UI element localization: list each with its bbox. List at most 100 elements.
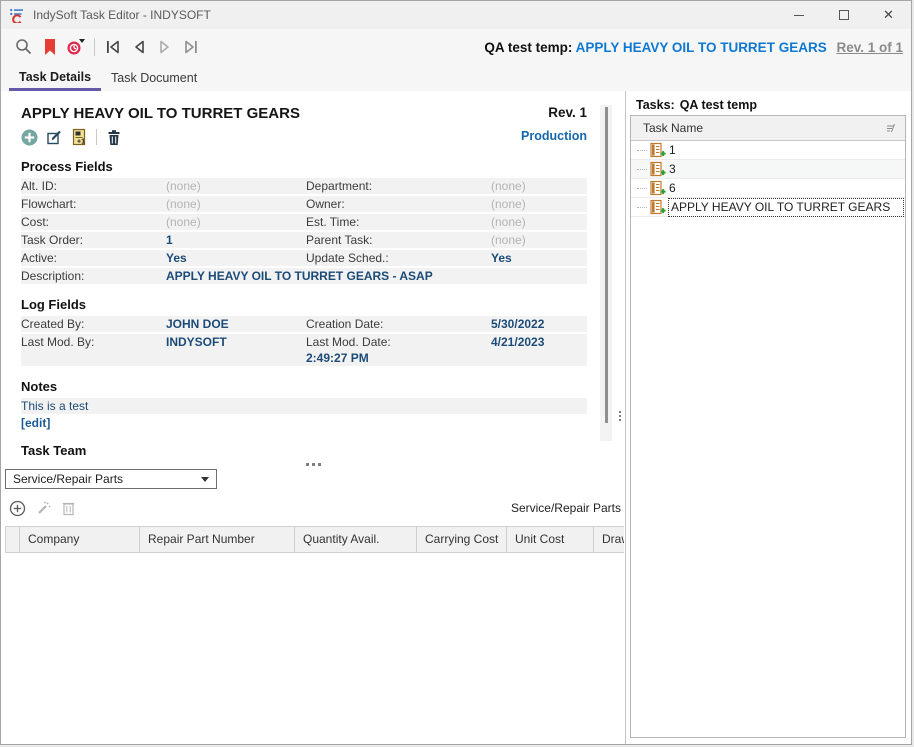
nav-last-icon[interactable] (178, 34, 204, 60)
actions-separator (96, 129, 97, 145)
parts-toolbar: Service/Repair Parts (5, 499, 625, 517)
task-row-label: 3 (669, 161, 676, 178)
field-value: (none) (166, 196, 306, 212)
title-bar: IndySoft Task Editor - INDYSOFT ✕ (1, 1, 911, 29)
task-item-icon (649, 180, 666, 197)
status-badge: Production (521, 129, 587, 143)
scrollbar-thumb[interactable] (605, 107, 608, 423)
delete-part-icon (61, 500, 76, 516)
field-label: Department: (306, 178, 491, 194)
edit-note-link[interactable]: [edit] (21, 416, 587, 430)
history-icon[interactable] (63, 34, 89, 60)
task-row[interactable]: 3 (631, 160, 905, 179)
task-item-icon (649, 142, 666, 159)
search-icon[interactable] (11, 34, 37, 60)
field-value: 1 (166, 232, 306, 248)
field-value: (none) (491, 232, 587, 248)
parts-caption: Service/Repair Parts (511, 501, 621, 515)
tab-bar: Task Details Task Document (1, 65, 911, 91)
tasks-column-header[interactable]: Task Name (631, 116, 905, 141)
row-indicator-column (6, 527, 20, 552)
field-value: JOHN DOE (166, 316, 306, 332)
field-row: Task Order: 1 Parent Task: (none) (21, 232, 587, 248)
field-value: (none) (491, 178, 587, 194)
app-icon (9, 7, 25, 23)
field-label: Alt. ID: (21, 178, 166, 194)
field-label: Active: (21, 250, 166, 266)
task-details-scroll-area: APPLY HEAVY OIL TO TURRET GEARS Rev. 1 (1, 91, 625, 459)
wand-icon (35, 500, 52, 517)
field-label: Description: (21, 268, 166, 284)
note-text: This is a test (21, 398, 587, 414)
column-header[interactable]: Company (20, 527, 140, 552)
tab-task-details[interactable]: Task Details (9, 65, 101, 91)
column-header[interactable]: Unit Cost (507, 527, 594, 552)
tasks-list: Task Name 1 3 (630, 115, 906, 738)
task-row-label: 1 (669, 142, 676, 159)
minimize-button[interactable] (776, 1, 821, 29)
field-value: INDYSOFT (166, 334, 306, 350)
sort-icon[interactable] (885, 122, 897, 134)
field-row-description: Description: APPLY HEAVY OIL TO TURRET G… (21, 268, 587, 284)
field-value: Yes (166, 250, 306, 266)
field-label: Update Sched.: (306, 250, 491, 266)
tree-branch (637, 188, 647, 189)
vertical-scrollbar[interactable] (600, 105, 612, 441)
field-label: Task Order: (21, 232, 166, 248)
toolbar-separator (94, 38, 95, 56)
field-row: Created By: JOHN DOE Creation Date: 5/30… (21, 316, 587, 332)
add-part-icon[interactable] (9, 500, 26, 517)
tab-task-document[interactable]: Task Document (101, 65, 207, 91)
close-icon: ✕ (883, 7, 894, 23)
bookmark-icon[interactable] (37, 34, 63, 60)
window-title: IndySoft Task Editor - INDYSOFT (33, 8, 211, 22)
nav-prev-icon[interactable] (126, 34, 152, 60)
field-label: Owner: (306, 196, 491, 212)
maximize-icon (839, 10, 849, 20)
parts-category-select[interactable]: Service/Repair Parts (5, 469, 217, 489)
field-value: Yes (491, 250, 587, 266)
parts-select-value: Service/Repair Parts (13, 472, 123, 486)
field-label: Last Mod. By: (21, 334, 166, 350)
tasks-list-title: QA test temp (680, 98, 757, 112)
task-row[interactable]: 1 (631, 141, 905, 160)
close-button[interactable]: ✕ (866, 1, 911, 29)
field-label: Parent Task: (306, 232, 491, 248)
parts-pane: Service/Repair Parts Service/Repair Part… (1, 469, 625, 745)
new-revision-icon[interactable]: +1 (71, 128, 87, 146)
field-label: Created By: (21, 316, 166, 332)
field-row: Alt. ID: (none) Department: (none) (21, 178, 587, 194)
tasks-panel: Tasks:QA test temp Task Name 1 (625, 91, 911, 745)
tasks-panel-title: Tasks:QA test temp (626, 91, 911, 112)
add-icon[interactable] (21, 129, 38, 146)
field-label: Flowchart: (21, 196, 166, 212)
column-header[interactable]: Drawing (594, 527, 624, 552)
tree-branch (637, 169, 647, 170)
nav-first-icon[interactable] (100, 34, 126, 60)
field-value-time: 2:49:27 PM (306, 350, 491, 366)
field-value: (none) (491, 214, 587, 230)
process-fields-heading: Process Fields (21, 159, 587, 174)
edit-icon[interactable] (46, 129, 63, 146)
column-header[interactable]: Quantity Avail. (295, 527, 417, 552)
nav-next-icon[interactable] (152, 34, 178, 60)
field-row: Active: Yes Update Sched.: Yes (21, 250, 587, 266)
field-label: Cost: (21, 214, 166, 230)
task-team-heading: Task Team (21, 443, 587, 458)
vertical-splitter-handle[interactable] (619, 411, 621, 421)
column-header[interactable]: Repair Part Number (140, 527, 295, 552)
task-row[interactable]: 6 (631, 179, 905, 198)
field-value: 5/30/2022 (491, 316, 587, 332)
template-name-label: QA test temp: (484, 40, 572, 55)
svg-text:+1: +1 (77, 139, 85, 146)
delete-icon[interactable] (106, 129, 122, 146)
horizontal-splitter[interactable] (1, 459, 625, 469)
task-row-selected[interactable]: APPLY HEAVY OIL TO TURRET GEARS (631, 198, 905, 217)
field-value: (none) (491, 196, 587, 212)
chevron-down-icon (201, 477, 209, 482)
maximize-button[interactable] (821, 1, 866, 29)
field-label: Est. Time: (306, 214, 491, 230)
column-header[interactable]: Carrying Cost (417, 527, 507, 552)
notes-heading: Notes (21, 379, 587, 394)
revision-link[interactable]: Rev. 1 of 1 (836, 40, 903, 55)
